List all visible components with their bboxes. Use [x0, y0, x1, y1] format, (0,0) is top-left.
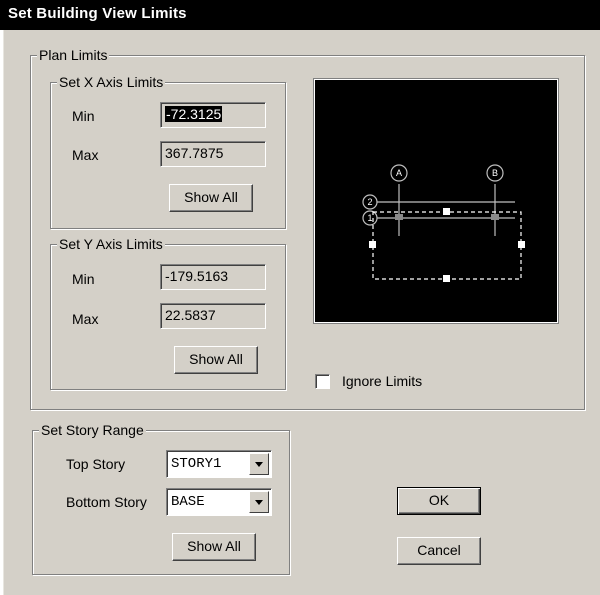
ignore-limits-checkbox[interactable] — [315, 374, 330, 389]
column-marker-b1 — [491, 214, 499, 220]
grid-label-b: B — [492, 168, 498, 178]
top-story-value: STORY1 — [171, 456, 222, 472]
plan-preview-drawing: A B 2 1 — [362, 164, 525, 282]
ok-button[interactable]: OK — [397, 487, 481, 515]
y-show-all-button[interactable]: Show All — [174, 346, 258, 374]
top-story-label: Top Story — [66, 456, 126, 472]
grid-label-2: 2 — [367, 197, 372, 207]
bottom-story-label: Bottom Story — [66, 494, 147, 510]
dialog-left-edge — [0, 30, 4, 595]
y-axis-legend: Set Y Axis Limits — [57, 236, 165, 252]
grid-label-1: 1 — [367, 213, 372, 223]
plan-preview[interactable]: A B 2 1 — [314, 79, 558, 323]
x-axis-legend: Set X Axis Limits — [57, 74, 166, 90]
x-min-label: Min — [72, 108, 95, 124]
top-story-select[interactable]: STORY1 — [166, 450, 272, 478]
bottom-story-value: BASE — [171, 494, 205, 510]
x-min-value: -72.3125 — [165, 106, 223, 122]
column-marker-a1 — [395, 214, 403, 220]
story-show-all-button[interactable]: Show All — [172, 533, 256, 561]
limits-handle-right — [518, 241, 525, 248]
x-max-label: Max — [72, 147, 99, 163]
limits-handle-bottom — [443, 275, 450, 282]
chevron-down-icon[interactable] — [249, 491, 269, 513]
limits-handle-top — [443, 208, 450, 215]
y-min-label: Min — [72, 271, 95, 287]
chevron-down-icon[interactable] — [249, 453, 269, 475]
cancel-button[interactable]: Cancel — [397, 537, 481, 565]
grid-label-a: A — [396, 168, 402, 178]
limits-rectangle — [372, 211, 522, 280]
x-show-all-button[interactable]: Show All — [169, 184, 253, 212]
y-max-input[interactable]: 22.5837 — [160, 303, 266, 329]
story-range-legend: Set Story Range — [39, 422, 146, 438]
y-max-label: Max — [72, 311, 99, 327]
limits-handle-left — [369, 241, 376, 248]
x-min-input[interactable]: -72.3125 — [160, 102, 266, 128]
plan-limits-legend: Plan Limits — [37, 47, 110, 63]
window-title: Set Building View Limits — [0, 0, 600, 30]
ignore-limits-label[interactable]: Ignore Limits — [342, 372, 422, 390]
bottom-story-select[interactable]: BASE — [166, 488, 272, 516]
y-min-input[interactable]: -179.5163 — [160, 264, 266, 290]
x-max-input[interactable]: 367.7875 — [160, 141, 266, 167]
